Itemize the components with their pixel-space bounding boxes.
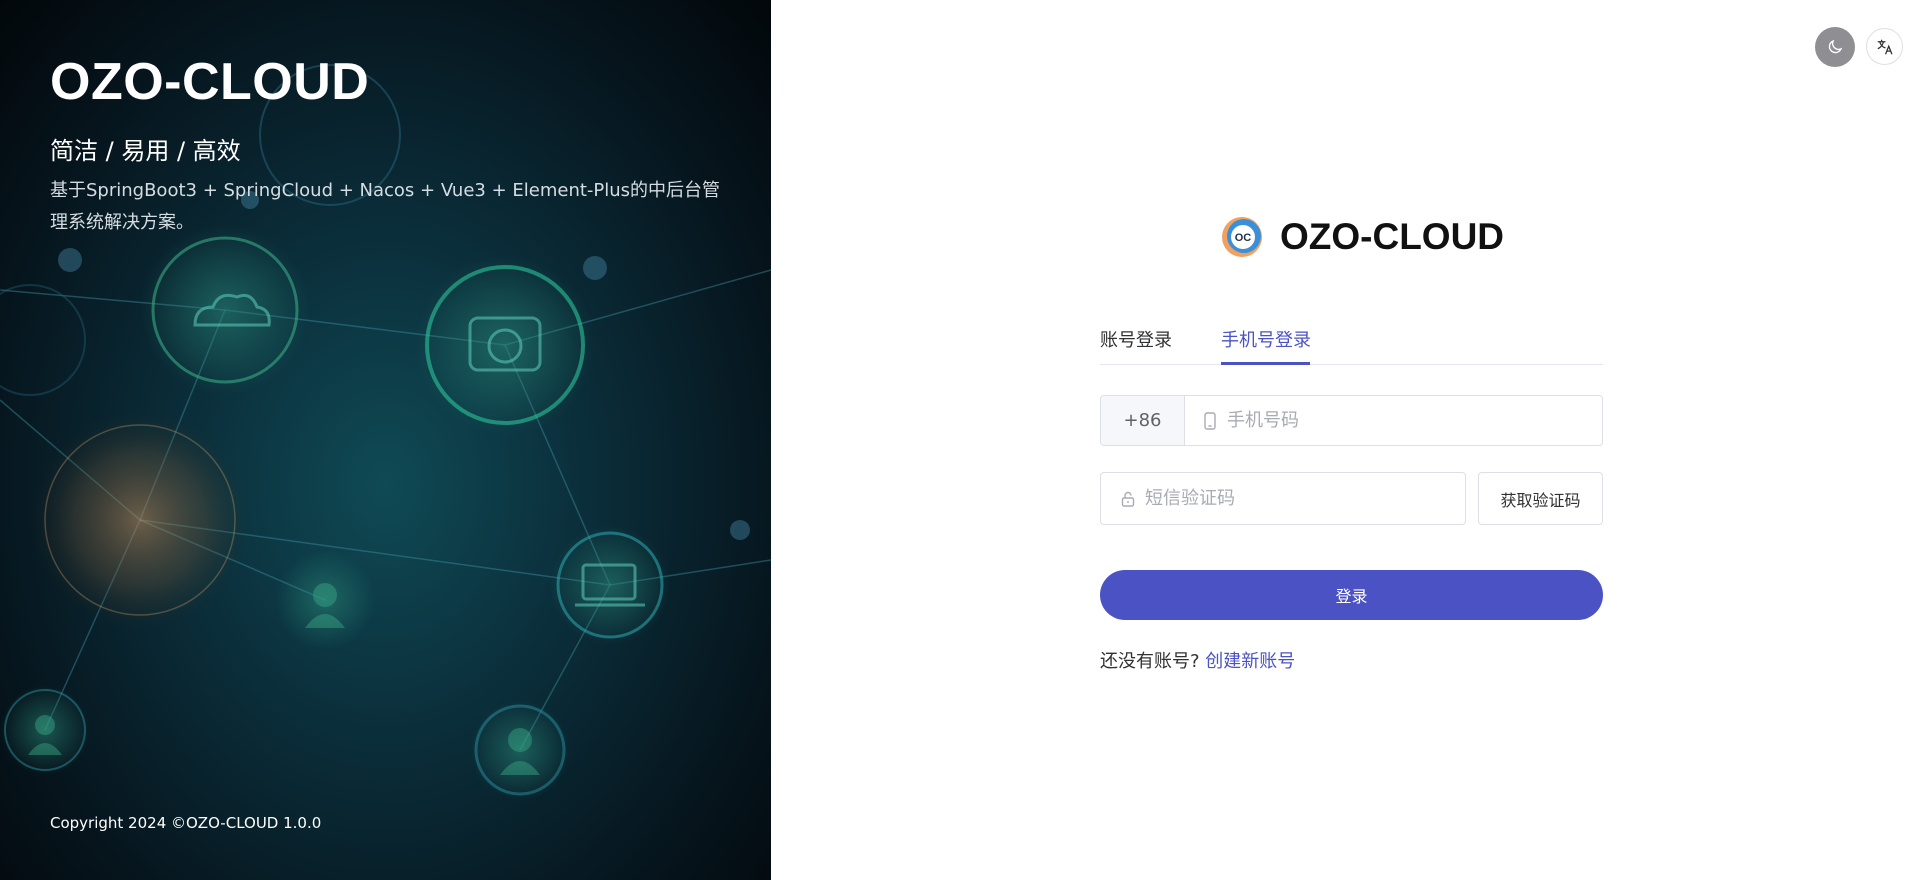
get-code-button[interactable]: 获取验证码 bbox=[1478, 472, 1603, 525]
theme-toggle-button[interactable] bbox=[1815, 27, 1855, 67]
login-logo-text: OZO-CLOUD bbox=[1280, 216, 1505, 257]
moon-icon bbox=[1828, 39, 1843, 54]
login-panel: OC OZO-CLOUD 账号登录 手机号登录 +86 获取验证码 登录 还没有… bbox=[771, 0, 1920, 880]
phone-number-input[interactable] bbox=[1227, 410, 1602, 431]
sms-code-input[interactable] bbox=[1145, 488, 1465, 509]
login-logo: OC OZO-CLOUD bbox=[1220, 215, 1504, 259]
brand-title: OZO-CLOUD bbox=[50, 53, 370, 111]
signup-prompt: 还没有账号? 创建新账号 bbox=[1100, 647, 1295, 673]
create-account-link[interactable]: 创建新账号 bbox=[1205, 651, 1295, 672]
brand-tagline: 简洁 / 易用 / 高效 bbox=[50, 137, 241, 165]
copyright-text: Copyright 2024 ©OZO-CLOUD 1.0.0 bbox=[50, 814, 322, 832]
active-tab-indicator bbox=[1221, 362, 1310, 365]
tab-account-login[interactable]: 账号登录 bbox=[1100, 326, 1172, 352]
sms-code-field bbox=[1100, 472, 1466, 525]
svg-text:OC: OC bbox=[1235, 232, 1252, 244]
login-tabs: 账号登录 手机号登录 bbox=[1100, 320, 1603, 365]
brand-panel: OZO-CLOUD 简洁 / 易用 / 高效 基于SpringBoot3 + S… bbox=[0, 0, 771, 880]
translate-icon bbox=[1877, 39, 1892, 54]
mobile-phone-icon bbox=[1203, 411, 1217, 430]
login-button[interactable]: 登录 bbox=[1100, 570, 1603, 620]
signup-prompt-text: 还没有账号? bbox=[1100, 651, 1200, 672]
country-code-prefix: +86 bbox=[1101, 396, 1185, 445]
brand-description: 基于SpringBoot3 + SpringCloud + Nacos + Vu… bbox=[50, 180, 721, 233]
lock-icon bbox=[1121, 491, 1135, 507]
phone-field-group: +86 bbox=[1100, 395, 1603, 446]
language-switch-button[interactable] bbox=[1866, 28, 1903, 65]
tab-phone-login[interactable]: 手机号登录 bbox=[1221, 326, 1311, 352]
ozo-cloud-logo-icon: OC bbox=[1222, 217, 1262, 257]
